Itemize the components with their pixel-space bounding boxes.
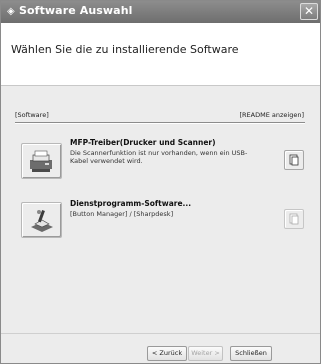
close-icon: ✕ [303, 4, 315, 18]
utility-software-install-button[interactable] [21, 202, 62, 238]
utility-software-icon [31, 210, 53, 232]
utility-software-title[interactable]: Dienstprogramm-Software... [70, 199, 191, 208]
back-button[interactable]: < Zurück [147, 346, 187, 361]
mfp-driver-title[interactable]: MFP-Treiber(Drucker und Scanner) [70, 138, 216, 147]
title-bar[interactable]: ◈ Software Auswahl ✕ [1, 1, 320, 23]
utility-software-description: [Button Manager] / [Sharpdesk] [70, 210, 174, 218]
software-column-label: [Software] [15, 111, 49, 119]
readme-column-label: [README anzeigen] [239, 111, 305, 119]
next-button[interactable]: Weiter > [188, 346, 223, 361]
disc-icon: ◈ [7, 6, 15, 17]
section-divider [15, 122, 305, 124]
software-selection-dialog: ◈ Software Auswahl ✕ Wählen Sie die zu i… [0, 0, 321, 364]
dialog-header: Wählen Sie die zu installierende Softwar… [1, 23, 320, 86]
utility-readme-button[interactable] [284, 209, 304, 229]
document-icon [289, 154, 299, 166]
printer-scanner-icon [30, 150, 52, 172]
mfp-readme-button[interactable] [284, 150, 304, 170]
document-icon [289, 213, 299, 225]
close-button[interactable]: ✕ [300, 3, 318, 20]
close-dialog-button[interactable]: Schließen [230, 346, 272, 361]
window-title: Software Auswahl [19, 4, 133, 17]
footer-divider [1, 333, 320, 334]
mfp-driver-description: Die Scannerfunktion ist nur vorhanden, w… [70, 149, 248, 165]
mfp-driver-install-button[interactable] [21, 143, 62, 179]
page-heading: Wählen Sie die zu installierende Softwar… [11, 43, 239, 56]
